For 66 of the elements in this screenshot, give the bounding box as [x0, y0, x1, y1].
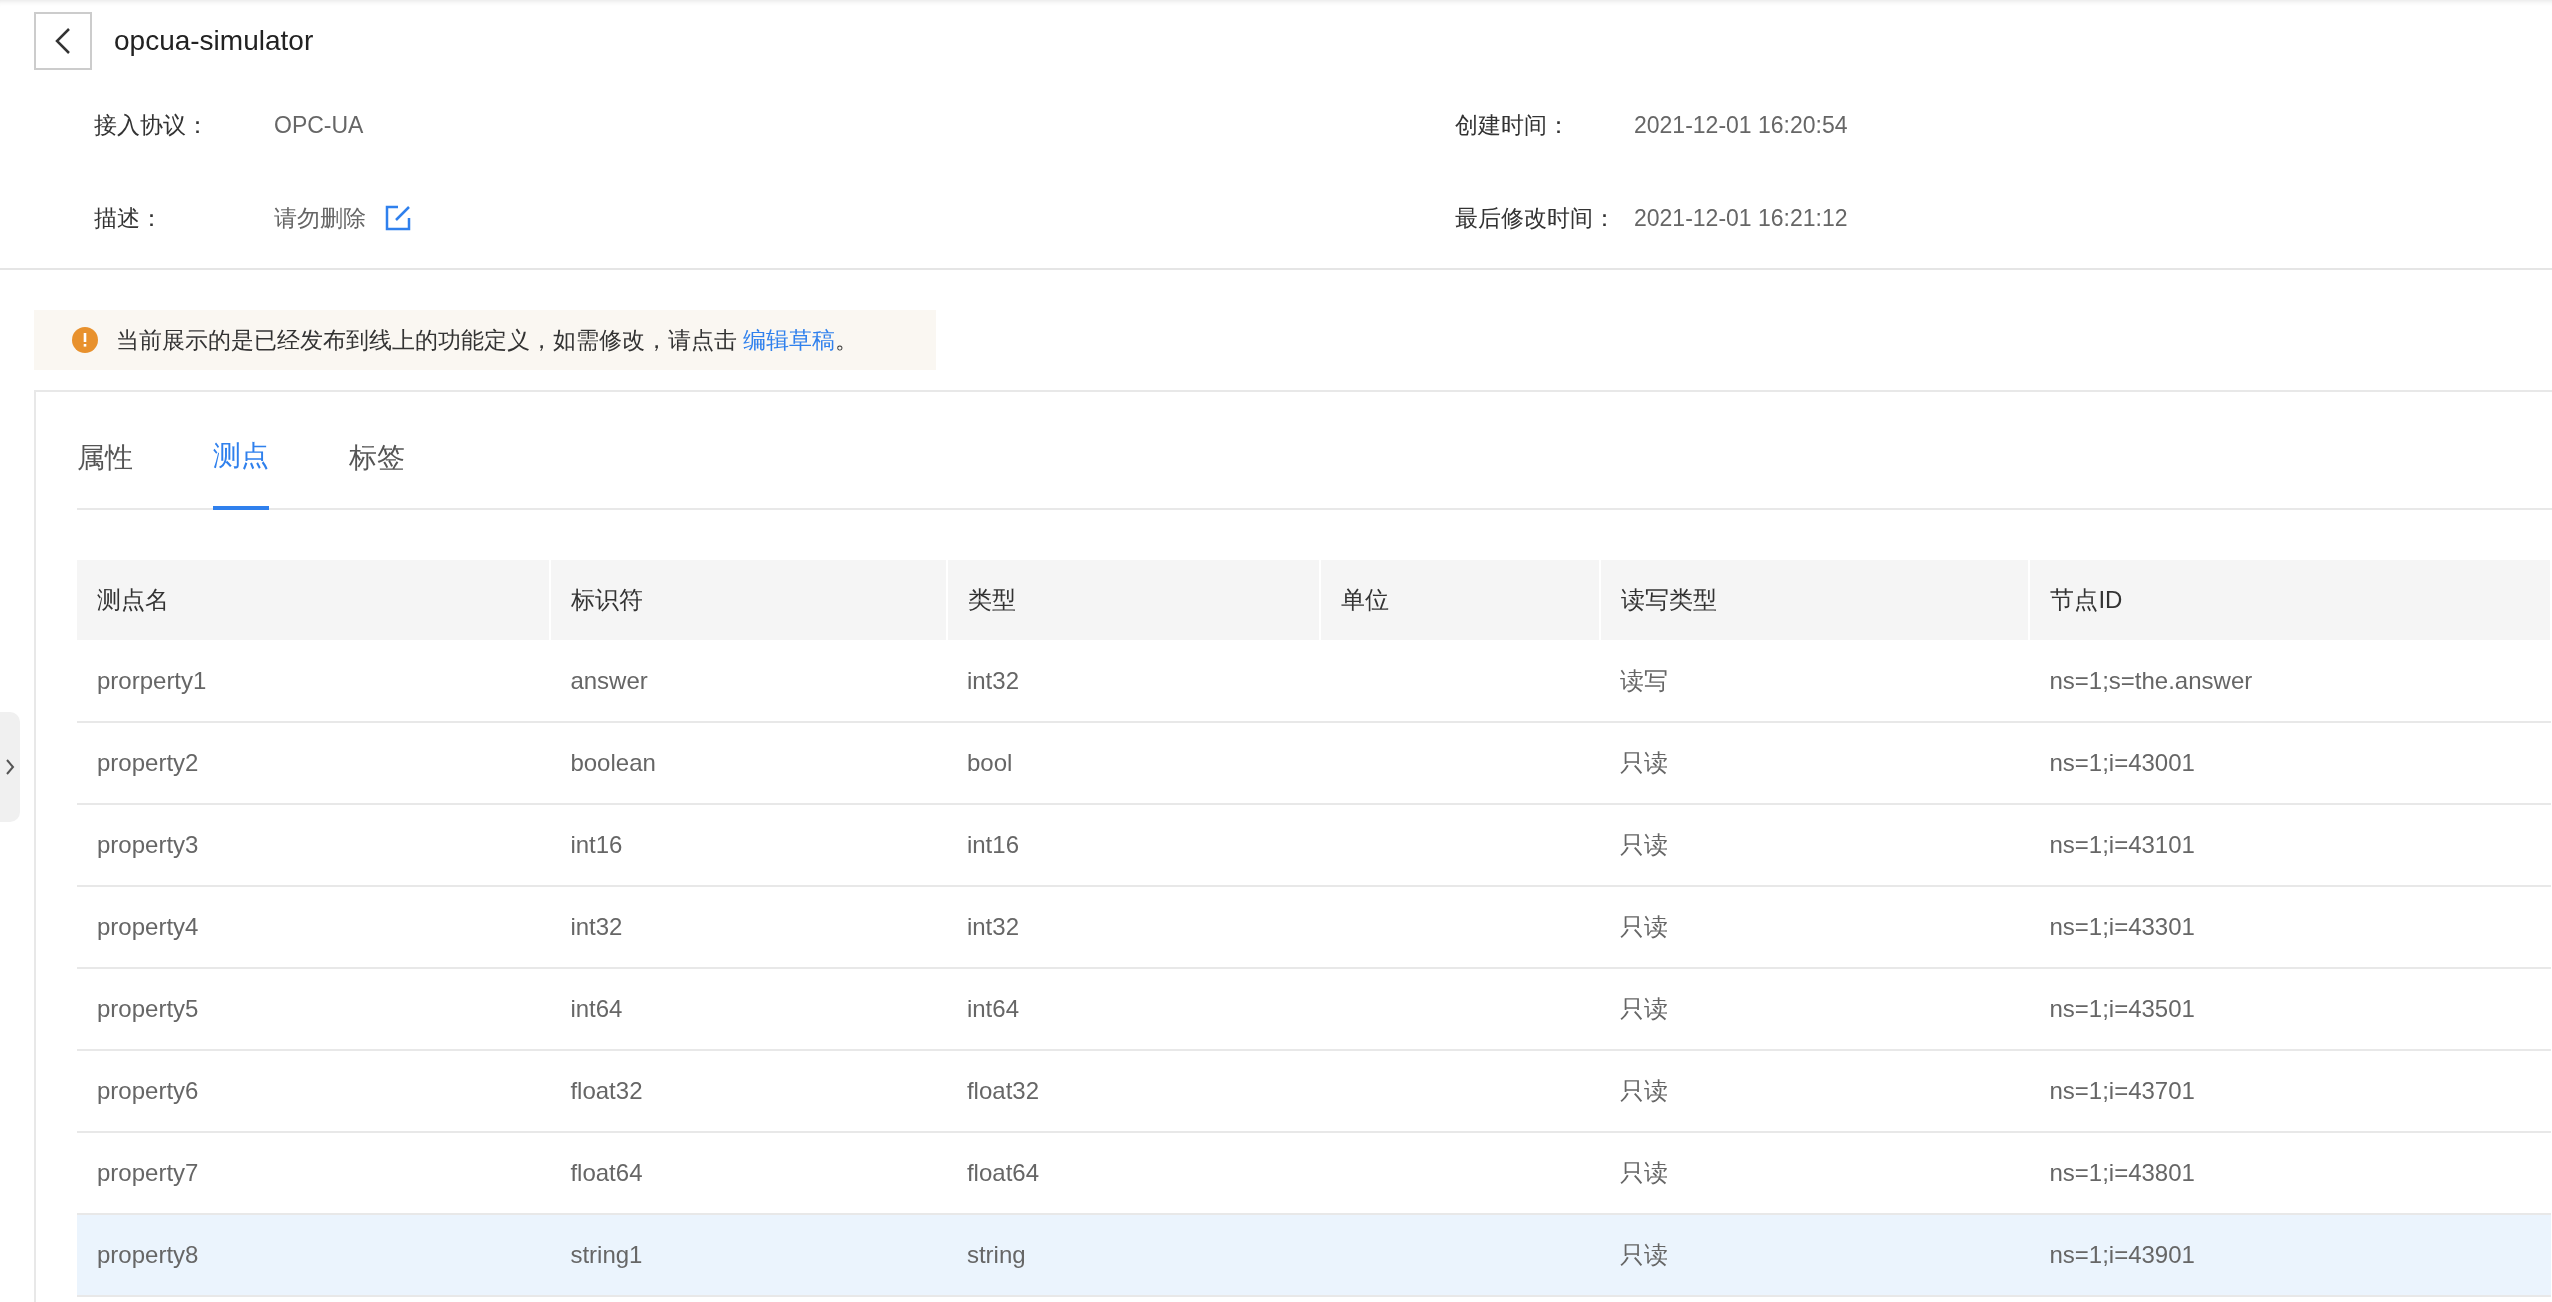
table-cell: 只读: [1620, 831, 1669, 858]
table-cell: 只读: [1620, 749, 1669, 776]
table-cell: int32: [570, 913, 623, 940]
table-cell: string: [966, 1241, 1026, 1268]
table-cell: property5: [97, 995, 199, 1022]
field-label: 接入协议：: [94, 111, 210, 140]
page-title: opcua-simulator: [114, 24, 314, 58]
expand-sidebar-handle[interactable]: [0, 712, 20, 822]
table-cell: float64: [966, 1159, 1039, 1186]
table-cell: property4: [97, 913, 199, 940]
field-value: OPC-UA: [274, 111, 364, 140]
warning-icon: [72, 327, 98, 353]
table-cell: int32: [966, 913, 1019, 940]
back-button[interactable]: [34, 12, 92, 70]
table-row[interactable]: property3 int16 int16 只读 ns=1;i=43101: [77, 804, 2551, 886]
table-cell: int32: [966, 666, 1019, 694]
table-cell: int64: [570, 995, 623, 1022]
table-row[interactable]: property7 float64 float64 只读 ns=1;i=43801: [77, 1132, 2551, 1214]
table-row[interactable]: property5 int64 int64 只读 ns=1;i=43501: [77, 968, 2551, 1050]
table-cell: int64: [966, 995, 1019, 1022]
field-label: 最后修改时间：: [1455, 203, 1617, 233]
field-value: 请勿删除: [274, 203, 366, 233]
table-row[interactable]: property4 int32 int32 只读 ns=1;i=43301: [77, 886, 2551, 968]
table-cell: 只读: [1620, 1241, 1669, 1268]
tab[interactable]: 属性: [77, 402, 133, 510]
chevron-right-icon: [5, 758, 15, 776]
table-cell: ns=1;s=the.answer: [2049, 666, 2253, 694]
table-row[interactable]: property2 boolean bool 只读 ns=1;i=43001: [77, 722, 2551, 804]
table-cell: 只读: [1620, 913, 1669, 940]
field-value: 2021-12-01 16:21:12: [1634, 203, 1848, 233]
table-cell: property6: [97, 1077, 199, 1104]
table-cell: 只读: [1620, 1159, 1669, 1186]
table-cell: ns=1;i=43901: [2049, 1241, 2195, 1268]
table-cell: float32: [966, 1077, 1039, 1104]
table-cell: 只读: [1620, 1077, 1669, 1104]
field-label: 创建时间：: [1455, 111, 1571, 140]
tab[interactable]: 标签: [349, 402, 405, 510]
table-cell: int16: [570, 831, 623, 858]
table-cell: ns=1;i=43801: [2049, 1159, 2195, 1186]
table-cell: property8: [97, 1241, 199, 1268]
table-cell: int16: [966, 831, 1019, 858]
table-cell: ns=1;i=43501: [2049, 995, 2195, 1022]
table-cell: float64: [570, 1159, 643, 1186]
edit-icon[interactable]: [384, 203, 412, 232]
table-cell: answer: [570, 666, 648, 694]
table-cell: property2: [97, 749, 199, 776]
table-cell: ns=1;i=43101: [2049, 831, 2195, 858]
table-cell: property7: [97, 1159, 199, 1186]
table-cell: float32: [570, 1077, 643, 1104]
table-cell: prorperty1: [97, 666, 207, 694]
table-cell: ns=1;i=43701: [2049, 1077, 2195, 1104]
table-cell: ns=1;i=43001: [2049, 749, 2195, 776]
table-cell: string1: [570, 1241, 643, 1268]
table-cell: ns=1;i=43301: [2049, 913, 2195, 940]
field-label: 描述：: [94, 203, 164, 233]
table-row[interactable]: prorperty1 answer int32 读写 ns=1;s=the.answer: [77, 640, 2551, 722]
table-cell: 读写: [1620, 666, 1669, 694]
table-cell: bool: [966, 749, 1013, 776]
field-value: 2021-12-01 16:20:54: [1634, 111, 1848, 140]
edit-draft-link[interactable]: 编辑草稿: [743, 326, 836, 353]
table-cell: boolean: [570, 749, 656, 776]
notice-text: 当前展示的是已经发布到线上的功能定义，如需修改，请点击 编辑草稿。: [116, 325, 859, 355]
table-row[interactable]: property6 float32 float32 只读 ns=1;i=43701: [77, 1050, 2551, 1132]
table-cell: 只读: [1620, 995, 1669, 1022]
tab[interactable]: 测点: [213, 402, 269, 510]
table-cell: property3: [97, 831, 199, 858]
